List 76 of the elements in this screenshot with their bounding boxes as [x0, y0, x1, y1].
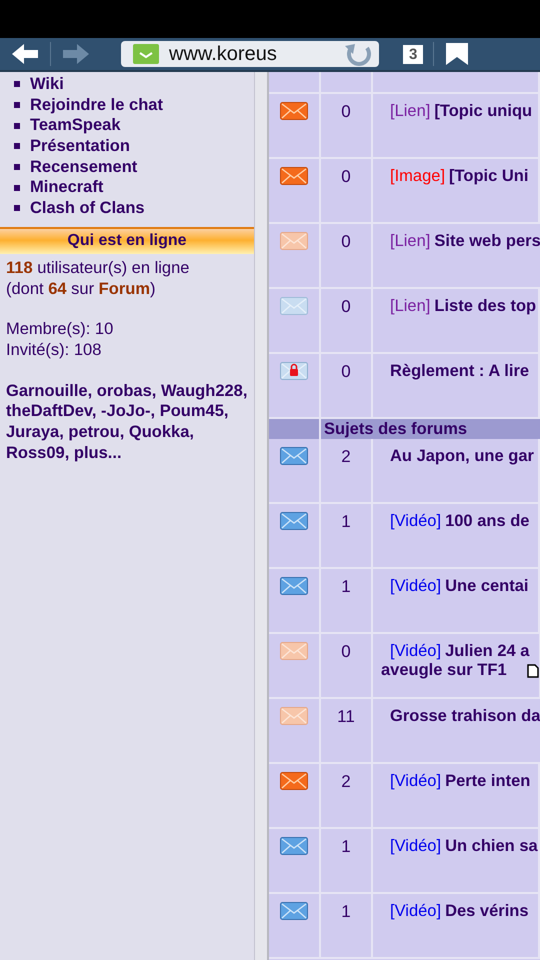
section-header: Qui est en ligne [0, 226, 254, 254]
reply-count: 0 [341, 297, 351, 316]
envelope-icon [280, 577, 308, 595]
url-field[interactable]: www.koreus [121, 41, 379, 67]
topic-link[interactable]: Perte inten [445, 772, 530, 790]
bullet-icon [14, 205, 20, 212]
envelope-icon [280, 902, 308, 920]
reply-count: 2 [341, 772, 351, 791]
envelope-icon [280, 707, 308, 725]
reply-count: 0 [341, 362, 351, 381]
topic-link[interactable]: [Topic Uni [449, 167, 528, 185]
envelope-icon [280, 772, 308, 790]
reply-count: 0 [341, 642, 351, 661]
sidebar-link[interactable]: Recensement [30, 158, 138, 177]
topic-link[interactable]: Site web pers [434, 232, 540, 250]
envelope-icon [280, 837, 308, 855]
envelope-icon [280, 362, 308, 380]
envelope-icon [280, 447, 308, 465]
topic-tag: [Vidéo] [390, 772, 442, 790]
members-count: Membre(s): 10 [6, 319, 114, 340]
topic-tag: [Vidéo] [390, 642, 442, 660]
bullet-icon [14, 122, 20, 129]
tab-count-button[interactable]: 3 [403, 44, 424, 64]
bullet-icon [14, 102, 20, 108]
topic-tag: [Image] [390, 167, 446, 185]
envelope-icon [280, 102, 308, 120]
topic-tag: [Lien] [390, 297, 430, 315]
sidebar-link[interactable]: TeamSpeak [30, 116, 120, 136]
sidebar-link[interactable]: Minecraft [30, 178, 104, 198]
online-summary: 118 utilisateur(s) en ligne [6, 258, 190, 279]
guests-count: Invité(s): 108 [6, 340, 102, 361]
topic-link[interactable]: Règlement : A lire [390, 362, 530, 380]
topic-tag: [Vidéo] [390, 577, 442, 595]
bullet-icon [14, 143, 20, 150]
topic-link[interactable]: Julien 24 a [445, 642, 530, 660]
topic-link[interactable]: Au Japon, une gar [390, 447, 534, 465]
section-header: Sujets des forums [323, 419, 468, 439]
sidebar-link[interactable]: Rejoindre le chat [30, 96, 163, 115]
topic-tag: [Lien] [390, 102, 430, 120]
reply-count: 1 [341, 577, 351, 596]
bullet-icon [14, 81, 20, 88]
envelope-icon [280, 232, 308, 250]
back-icon[interactable] [10, 44, 40, 64]
topic-tag: [Vidéo] [390, 902, 442, 920]
topic-link[interactable]: aveugle sur TF1 [381, 661, 507, 680]
envelope-icon [280, 297, 308, 315]
envelope-icon [280, 512, 308, 530]
sidebar-link[interactable]: Présentation [30, 136, 130, 156]
page-icon [526, 664, 539, 678]
reply-count: 1 [341, 902, 351, 921]
online-detail: (dont 64 sur Forum) [6, 278, 156, 300]
reply-count: 2 [341, 447, 351, 466]
reply-count: 1 [341, 512, 351, 531]
topic-link[interactable]: Une centai [445, 577, 529, 595]
bookmark-icon[interactable] [444, 43, 470, 65]
envelope-icon [280, 642, 308, 660]
topic-link[interactable]: [Topic uniqu [434, 102, 532, 120]
topic-tag: [Lien] [390, 232, 430, 250]
sidebar-link[interactable]: Clash of Clans [30, 198, 145, 218]
topic-link[interactable]: Liste des top [434, 297, 536, 315]
site-icon [133, 44, 159, 64]
reply-count: 0 [341, 102, 351, 121]
topic-link[interactable]: Un chien sa [445, 837, 538, 855]
topic-link[interactable]: 100 ans de [445, 512, 530, 530]
topic-tag: [Vidéo] [390, 837, 442, 855]
online-users: Garnouille, orobas, Waugh228, theDaftDev, -JoJo-, Poum45, Juraya, petrou, Quokka, Ross09, plus... [6, 380, 248, 464]
topic-link[interactable]: Des vérins [445, 902, 529, 920]
envelope-icon [280, 167, 308, 185]
reply-count: 1 [341, 837, 351, 856]
reply-count: 0 [341, 232, 351, 251]
reply-count: 0 [341, 167, 351, 186]
reply-count: 11 [337, 707, 355, 726]
bullet-icon [14, 164, 20, 170]
sidebar-link[interactable]: Wiki [30, 74, 64, 94]
topic-tag: [Vidéo] [390, 512, 442, 530]
bullet-icon [14, 184, 20, 191]
